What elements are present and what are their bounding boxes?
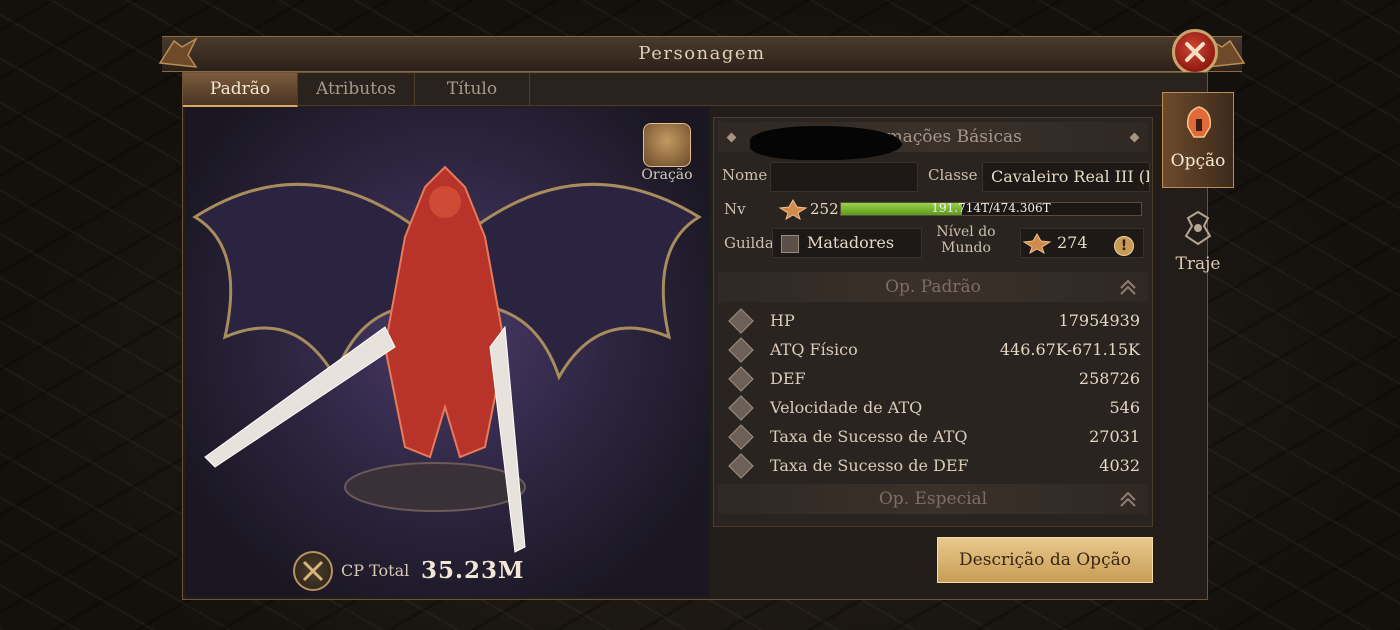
- stat-value: 4032: [1099, 456, 1140, 475]
- class-field: Cavaleiro Real III (FOR): [982, 162, 1150, 192]
- world-level-value: 274: [1057, 233, 1088, 252]
- stat-value: 258726: [1078, 369, 1140, 388]
- stat-row: Taxa de Sucesso de ATQ 27031: [728, 424, 1144, 452]
- xp-text: 191.714T/474.306T: [931, 201, 1051, 215]
- helmet-icon: [1186, 106, 1212, 138]
- window-title: Personagem: [638, 43, 766, 64]
- cp-label: CP Total: [341, 561, 410, 580]
- info-warning-icon[interactable]: !: [1114, 236, 1134, 256]
- side-tab-bar: Opção Traje: [1162, 92, 1236, 322]
- crossed-swords-icon: [293, 551, 333, 591]
- character-window: Personagem Padrão Atributos Título Oraçã…: [158, 29, 1246, 602]
- world-level-star-icon: [1022, 232, 1052, 254]
- stat-icon: [728, 453, 754, 479]
- option-description-button[interactable]: Descrição da Opção: [937, 537, 1153, 583]
- stat-name: DEF: [770, 369, 806, 388]
- name-field: [770, 162, 918, 192]
- side-tab-opcao-label: Opção: [1170, 151, 1226, 171]
- costume-icon: [1184, 210, 1212, 246]
- stat-row: Velocidade de ATQ 546: [728, 395, 1144, 423]
- oracao-button[interactable]: Oração: [637, 123, 697, 185]
- character-preview: Oração CP Total 35.23M: [185, 107, 709, 597]
- section-op-especial[interactable]: Op. Especial: [718, 484, 1148, 514]
- diamond-ornament-icon: [726, 132, 737, 143]
- level-star-icon: [778, 198, 808, 220]
- info-panel: Informações Básicas Nome Classe Cavaleir…: [713, 117, 1153, 527]
- stat-name: Velocidade de ATQ: [770, 398, 923, 417]
- tab-atributos[interactable]: Atributos: [298, 73, 415, 105]
- xp-bar: 191.714T/474.306T: [840, 201, 1142, 216]
- redacted-name-scribble: [750, 126, 902, 160]
- chevron-up-icon: [1120, 279, 1136, 295]
- close-icon: [1185, 42, 1205, 62]
- stat-icon: [728, 366, 754, 392]
- side-tab-traje[interactable]: Traje: [1162, 198, 1234, 294]
- stat-icon: [728, 395, 754, 421]
- title-bar: Personagem: [158, 29, 1246, 75]
- prayer-icon: [643, 123, 691, 167]
- stat-name: Taxa de Sucesso de ATQ: [770, 427, 968, 446]
- oracao-label: Oração: [641, 167, 693, 183]
- cp-value: 35.23M: [421, 557, 525, 584]
- stat-value: 17954939: [1058, 311, 1140, 330]
- cp-total: CP Total 35.23M: [293, 551, 613, 595]
- class-value: Cavaleiro Real III (FOR): [991, 167, 1149, 186]
- tab-titulo[interactable]: Título: [415, 73, 530, 105]
- op-padrao-header: Op. Padrão: [885, 277, 981, 297]
- world-level-label: Nível do Mundo: [936, 224, 996, 256]
- diamond-ornament-icon: [1129, 132, 1140, 143]
- stat-row: Taxa de Sucesso de DEF 4032: [728, 453, 1144, 481]
- close-button[interactable]: [1172, 29, 1218, 75]
- stat-value: 27031: [1089, 427, 1140, 446]
- guild-value: Matadores: [807, 233, 895, 252]
- tab-padrao[interactable]: Padrão: [183, 73, 298, 107]
- section-op-padrao[interactable]: Op. Padrão: [718, 272, 1148, 302]
- stat-row: ATQ Físico 446.67K-671.15K: [728, 337, 1144, 365]
- guild-field[interactable]: Matadores: [772, 228, 922, 258]
- stat-icon: [728, 308, 754, 334]
- stat-value: 446.67K-671.15K: [999, 340, 1140, 359]
- stat-name: ATQ Físico: [770, 340, 858, 359]
- stat-row: HP 17954939: [728, 308, 1144, 336]
- stat-value: 546: [1109, 398, 1140, 417]
- class-label: Classe: [928, 166, 978, 184]
- guild-emblem-icon: [781, 234, 799, 253]
- tab-bar: Padrão Atributos Título: [183, 73, 1207, 107]
- world-level-label-line2: Mundo: [941, 240, 991, 256]
- stat-row: DEF 258726: [728, 366, 1144, 394]
- stat-icon: [728, 337, 754, 363]
- name-label: Nome: [722, 166, 768, 184]
- chevron-up-icon: [1120, 491, 1136, 507]
- level-value: 252: [810, 200, 839, 218]
- guild-label: Guilda: [724, 234, 774, 252]
- world-level-label-line1: Nível do: [936, 224, 996, 240]
- stat-name: HP: [770, 311, 795, 330]
- side-tab-traje-label: Traje: [1175, 254, 1221, 274]
- main-panel: Padrão Atributos Título Oração CP Total …: [182, 72, 1208, 600]
- stat-name: Taxa de Sucesso de DEF: [770, 456, 969, 475]
- stat-icon: [728, 424, 754, 450]
- level-label: Nv: [724, 200, 746, 218]
- side-tab-opcao[interactable]: Opção: [1162, 92, 1234, 188]
- op-especial-header: Op. Especial: [878, 489, 988, 509]
